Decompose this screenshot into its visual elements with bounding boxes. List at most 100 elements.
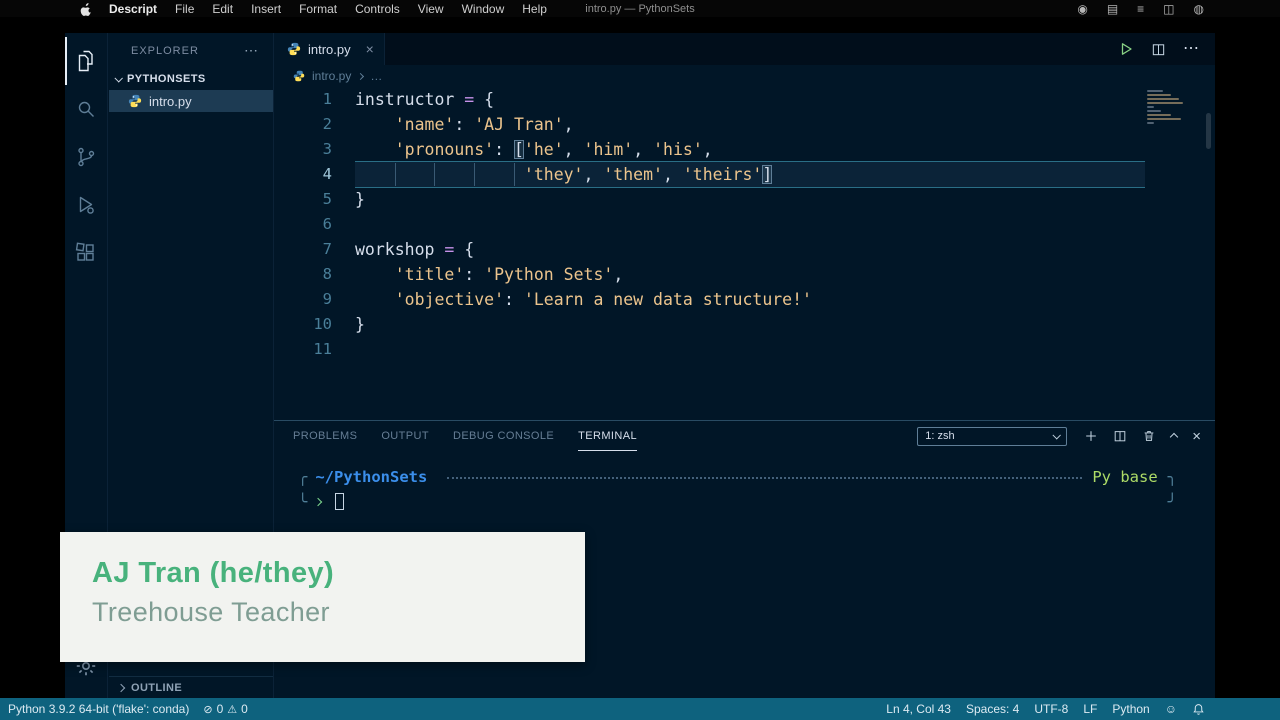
indentation[interactable]: Spaces: 4 [966,702,1019,716]
editor-scrollbar[interactable] [1206,113,1211,149]
close-panel-icon[interactable]: × [1192,428,1201,445]
tab-intro-py[interactable]: intro.py × [274,33,385,65]
menu-edit[interactable]: Edit [203,2,242,16]
terminal-content[interactable]: ╭ ~/PythonSets Py base ╮ ╰ ╯ [274,451,1215,514]
menu-controls[interactable]: Controls [346,2,409,16]
workspace-section[interactable]: PYTHONSETS [109,68,273,90]
breadcrumb-separator-icon [357,72,364,79]
line-number[interactable]: 8 [274,262,332,287]
panel-tab-problems[interactable]: PROBLEMS [293,421,357,451]
control-center-icon[interactable]: ◍ [1194,2,1204,16]
line-number[interactable]: 6 [274,212,332,237]
code-line-8[interactable]: 8 'title': 'Python Sets', [274,262,1215,287]
code-line-6[interactable]: 6 [274,212,1215,237]
maximize-panel-icon[interactable] [1171,427,1177,445]
split-editor-icon[interactable] [1151,42,1166,57]
line-text[interactable]: } [355,312,1145,337]
search-icon[interactable] [65,85,107,133]
line-number[interactable]: 5 [274,187,332,212]
file-item-intro-py[interactable]: intro.py [109,90,273,112]
breadcrumb[interactable]: intro.py … [274,65,1215,87]
menu-bar-left: Descript FileEditInsertFormatControlsVie… [0,2,556,16]
python-interpreter[interactable]: Python 3.9.2 64-bit ('flake': conda) [8,702,189,716]
split-terminal-icon[interactable] [1113,429,1127,443]
problems-summary[interactable]: ⊘ 0 ⚠ 0 [203,702,247,716]
menu-file[interactable]: File [166,2,203,16]
line-text[interactable]: workshop = { [355,237,1145,262]
line-number[interactable]: 9 [274,287,332,312]
display-icon[interactable]: ▤ [1107,2,1118,16]
code-token: , [584,165,604,184]
eol-sequence[interactable]: LF [1083,702,1097,716]
line-text[interactable] [355,212,1145,237]
code-token: : [454,115,474,134]
notifications-bell-icon[interactable] [1192,703,1205,716]
extensions-icon[interactable] [65,229,107,277]
language-mode[interactable]: Python [1112,702,1149,716]
code-line-3[interactable]: 3 'pronouns': ['he', 'him', 'his', [274,137,1215,162]
menu-extra-icon[interactable]: ≡ [1137,2,1144,16]
panel-tab-debug-console[interactable]: DEBUG CONSOLE [453,421,554,451]
menu-app-name[interactable]: Descript [100,2,166,16]
panel-tab-terminal[interactable]: TERMINAL [578,421,637,451]
line-text[interactable]: 'pronouns': ['he', 'him', 'his', [355,137,1145,162]
line-text[interactable]: } [355,187,1145,212]
menu-insert[interactable]: Insert [242,2,290,16]
menu-format[interactable]: Format [290,2,346,16]
outline-section[interactable]: OUTLINE [109,676,273,698]
lower-third-overlay: AJ Tran (he/they) Treehouse Teacher [60,532,585,662]
code-line-1[interactable]: 1 instructor = { [274,87,1215,112]
window-title: intro.py — PythonSets [585,3,694,15]
editor-more-actions-icon[interactable]: ⋯ [1183,44,1199,54]
terminal-cwd: ~/PythonSets [315,465,427,489]
line-text[interactable]: 'title': 'Python Sets', [355,262,1145,287]
code-line-10[interactable]: 10} [274,312,1215,337]
line-number[interactable]: 10 [274,312,332,337]
code-line-9[interactable]: 9 'objective': 'Learn a new data structu… [274,287,1215,312]
screen-record-icon[interactable]: ◉ [1077,2,1087,16]
explorer-icon[interactable] [65,37,107,85]
code-editor[interactable]: 1instructor = {2 'name': 'AJ Tran',3 'pr… [274,87,1215,420]
run-debug-icon[interactable] [65,181,107,229]
code-token: : [504,290,524,309]
encoding[interactable]: UTF-8 [1034,702,1068,716]
line-number[interactable]: 1 [274,87,332,112]
minimap[interactable] [1147,90,1187,126]
code-line-4[interactable]: 4 'they', 'them', 'theirs'] [274,162,1215,187]
sidebar-more-actions-icon[interactable]: ⋯ [244,42,259,59]
line-number[interactable]: 2 [274,112,332,137]
run-python-file-icon[interactable] [1118,41,1134,57]
code-line-2[interactable]: 2 'name': 'AJ Tran', [274,112,1215,137]
tab-close-icon[interactable]: × [366,41,374,57]
minimap-line [1147,94,1171,96]
feedback-smiley-icon[interactable]: ☺ [1165,702,1177,716]
terminal-shell-select[interactable]: 1: zsh [917,427,1067,446]
kill-terminal-icon[interactable] [1142,429,1156,443]
new-terminal-icon[interactable] [1084,429,1098,443]
line-number[interactable]: 7 [274,237,332,262]
line-text[interactable]: 'objective': 'Learn a new data structure… [355,287,1145,312]
menu-help[interactable]: Help [513,2,556,16]
code-line-5[interactable]: 5} [274,187,1215,212]
line-number[interactable]: 11 [274,337,332,362]
line-text[interactable]: 'they', 'them', 'theirs'] [355,162,1145,187]
cursor-position[interactable]: Ln 4, Col 43 [886,702,951,716]
panel-tab-output[interactable]: OUTPUT [381,421,429,451]
window-manager-icon[interactable]: ◫ [1163,2,1174,16]
line-text[interactable] [355,337,1145,362]
speaker-title: Treehouse Teacher [92,597,585,628]
menu-window[interactable]: Window [453,2,514,16]
code-line-11[interactable]: 11 [274,337,1215,362]
breadcrumb-symbol[interactable]: … [370,69,382,83]
source-control-icon[interactable] [65,133,107,181]
code-line-7[interactable]: 7 workshop = { [274,237,1215,262]
line-number[interactable]: 3 [274,137,332,162]
menu-view[interactable]: View [409,2,453,16]
line-text[interactable]: 'name': 'AJ Tran', [355,112,1145,137]
line-number[interactable]: 4 [274,162,332,187]
line-text[interactable]: instructor = { [355,87,1145,112]
apple-menu-icon[interactable] [72,2,100,16]
editor-tab-bar: intro.py × ⋯ [274,33,1215,65]
breadcrumb-file[interactable]: intro.py [312,69,351,83]
code-token: } [355,190,365,209]
